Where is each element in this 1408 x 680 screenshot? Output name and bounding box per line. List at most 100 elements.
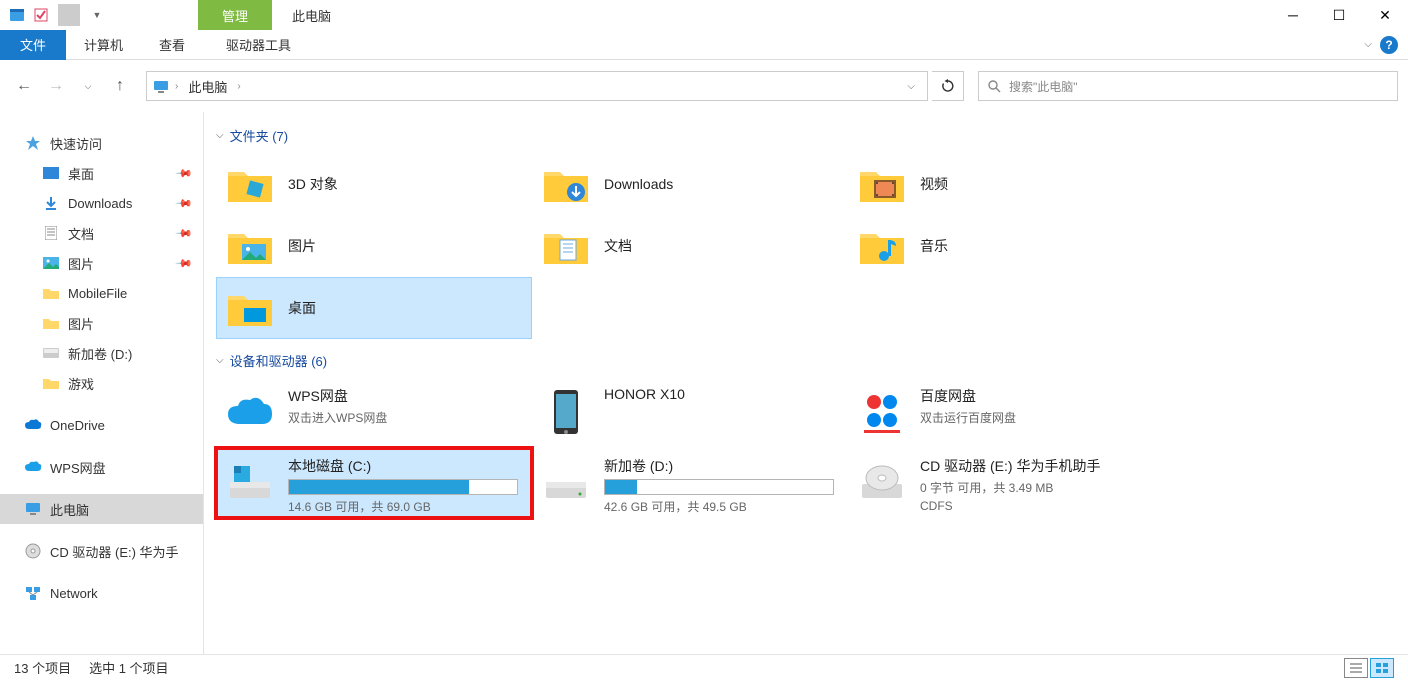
folder-downloads[interactable]: Downloads bbox=[532, 153, 848, 215]
folder-label: 3D 对象 bbox=[288, 174, 338, 194]
drive-subtext: 双击进入WPS网盘 bbox=[288, 409, 522, 426]
address-dropdown-icon[interactable]: ⌵ bbox=[901, 81, 921, 92]
cloud-icon bbox=[24, 416, 42, 434]
close-button[interactable]: ✕ bbox=[1362, 0, 1408, 30]
sidebar-item-label: Downloads bbox=[68, 196, 132, 211]
cloud-icon bbox=[24, 458, 42, 476]
ribbon-collapse-icon[interactable]: ⌵ bbox=[1364, 39, 1372, 50]
folders-grid: 3D 对象 Downloads 视频 图片 文档 音乐 bbox=[216, 153, 1400, 339]
sidebar-wps[interactable]: WPS网盘 bbox=[0, 452, 203, 482]
folder-icon bbox=[542, 222, 590, 270]
tiles-view-button[interactable] bbox=[1370, 658, 1394, 678]
drive-icon bbox=[42, 344, 60, 362]
drive-e[interactable]: CD 驱动器 (E:) 华为手机助手 0 字节 可用，共 3.49 MB CDF… bbox=[848, 448, 1164, 518]
qat-dropdown-icon[interactable]: ▼ bbox=[86, 4, 108, 26]
back-button[interactable]: ← bbox=[10, 72, 38, 100]
title-bar: ▼ 管理 此电脑 ─ ☐ ✕ bbox=[0, 0, 1408, 30]
network-icon bbox=[24, 584, 42, 602]
forward-button[interactable]: → bbox=[42, 72, 70, 100]
sidebar-pictures2[interactable]: 图片 bbox=[0, 308, 203, 338]
app-icon bbox=[6, 4, 28, 26]
collapse-icon: ⌵ bbox=[216, 355, 224, 366]
folder-icon bbox=[858, 160, 906, 208]
quick-access-toolbar: ▼ bbox=[0, 4, 108, 26]
folder-pictures[interactable]: 图片 bbox=[216, 215, 532, 277]
maximize-button[interactable]: ☐ bbox=[1316, 0, 1362, 30]
drive-baidu[interactable]: 百度网盘 双击运行百度网盘 bbox=[848, 378, 1164, 448]
sidebar-item-label: 图片 bbox=[68, 314, 94, 333]
breadcrumb-separator[interactable]: › bbox=[237, 81, 240, 92]
qat-properties-icon[interactable] bbox=[30, 4, 52, 26]
pc-icon bbox=[24, 500, 42, 518]
folder-label: 图片 bbox=[288, 236, 316, 256]
sidebar-item-label: CD 驱动器 (E:) 华为手 bbox=[50, 542, 179, 561]
folder-music[interactable]: 音乐 bbox=[848, 215, 1164, 277]
minimize-button[interactable]: ─ bbox=[1270, 0, 1316, 30]
sidebar-documents[interactable]: 文档📌 bbox=[0, 218, 203, 248]
pin-icon: 📌 bbox=[175, 194, 194, 213]
sidebar-mobilefile[interactable]: MobileFile bbox=[0, 278, 203, 308]
drive-progress bbox=[604, 479, 834, 495]
drive-tools-tab[interactable]: 驱动器工具 bbox=[208, 30, 309, 60]
folder-icon bbox=[42, 284, 60, 302]
status-selected-count: 选中 1 个项目 bbox=[89, 658, 168, 677]
folder-documents[interactable]: 文档 bbox=[532, 215, 848, 277]
main-area: 快速访问 桌面📌 Downloads 📌 文档📌 图片📌 MobileFile 图… bbox=[0, 112, 1408, 672]
star-icon bbox=[24, 134, 42, 152]
help-icon[interactable]: ? bbox=[1380, 36, 1398, 54]
folder-icon bbox=[226, 222, 274, 270]
details-view-button[interactable] bbox=[1344, 658, 1368, 678]
drive-d[interactable]: 新加卷 (D:) 42.6 GB 可用，共 49.5 GB bbox=[532, 448, 848, 518]
folder-icon bbox=[226, 284, 274, 332]
sidebar-onedrive[interactable]: OneDrive bbox=[0, 410, 203, 440]
breadcrumb-separator[interactable]: › bbox=[175, 81, 178, 92]
computer-tab[interactable]: 计算机 bbox=[66, 30, 141, 60]
ribbon-tabs: 文件 计算机 查看 驱动器工具 ⌵ ? bbox=[0, 30, 1408, 60]
drive-c[interactable]: 本地磁盘 (C:) 14.6 GB 可用，共 69.0 GB bbox=[216, 448, 532, 518]
sidebar-item-label: 此电脑 bbox=[50, 500, 89, 519]
sidebar-item-label: 游戏 bbox=[68, 374, 94, 393]
group-devices-header[interactable]: ⌵ 设备和驱动器 (6) bbox=[216, 351, 1400, 370]
group-folders-header[interactable]: ⌵ 文件夹 (7) bbox=[216, 126, 1400, 145]
sidebar-item-label: Network bbox=[50, 586, 98, 601]
folder-icon bbox=[226, 160, 274, 208]
sidebar-games[interactable]: 游戏 bbox=[0, 368, 203, 398]
sidebar-newvol[interactable]: 新加卷 (D:) bbox=[0, 338, 203, 368]
address-bar[interactable]: › 此电脑 › ⌵ bbox=[146, 71, 928, 101]
sidebar-network[interactable]: Network bbox=[0, 578, 203, 608]
recent-dropdown[interactable]: ⌵ bbox=[74, 72, 102, 100]
sidebar-item-label: WPS网盘 bbox=[50, 458, 106, 477]
sidebar-pictures[interactable]: 图片📌 bbox=[0, 248, 203, 278]
search-box[interactable]: 搜索"此电脑" bbox=[978, 71, 1398, 101]
refresh-button[interactable] bbox=[932, 71, 964, 101]
file-tab[interactable]: 文件 bbox=[0, 30, 66, 60]
drive-label: HONOR X10 bbox=[604, 386, 838, 402]
sidebar-item-label: 快速访问 bbox=[50, 134, 102, 153]
folder-label: 桌面 bbox=[288, 298, 316, 318]
content-pane: ⌵ 文件夹 (7) 3D 对象 Downloads 视频 图片 文档 bbox=[204, 112, 1408, 672]
phone-icon bbox=[542, 388, 590, 436]
sidebar-desktop[interactable]: 桌面📌 bbox=[0, 158, 203, 188]
sidebar-downloads[interactable]: Downloads 📌 bbox=[0, 188, 203, 218]
download-icon bbox=[42, 194, 60, 212]
qat-separator bbox=[58, 4, 80, 26]
drive-wps[interactable]: WPS网盘 双击进入WPS网盘 bbox=[216, 378, 532, 448]
breadcrumb-root[interactable]: 此电脑 bbox=[184, 75, 231, 98]
picture-icon bbox=[42, 254, 60, 272]
sidebar-cddrive[interactable]: CD 驱动器 (E:) 华为手 bbox=[0, 536, 203, 566]
view-tab[interactable]: 查看 bbox=[141, 30, 203, 60]
search-icon bbox=[987, 79, 1001, 93]
drive-honor[interactable]: HONOR X10 bbox=[532, 378, 848, 448]
drive-label: 本地磁盘 (C:) bbox=[288, 456, 522, 476]
sidebar-this-pc[interactable]: 此电脑 bbox=[0, 494, 203, 524]
folder-3d-objects[interactable]: 3D 对象 bbox=[216, 153, 532, 215]
folder-videos[interactable]: 视频 bbox=[848, 153, 1164, 215]
folder-desktop[interactable]: 桌面 bbox=[216, 277, 532, 339]
disc-icon bbox=[24, 542, 42, 560]
drive-label: CD 驱动器 (E:) 华为手机助手 bbox=[920, 456, 1154, 476]
sidebar-quick-access[interactable]: 快速访问 bbox=[0, 128, 203, 158]
up-button[interactable]: ↑ bbox=[106, 72, 134, 100]
drive-free-text: 42.6 GB 可用，共 49.5 GB bbox=[604, 498, 838, 515]
sidebar-item-label: 新加卷 (D:) bbox=[68, 344, 132, 363]
drive-filesystem: CDFS bbox=[920, 499, 1154, 513]
